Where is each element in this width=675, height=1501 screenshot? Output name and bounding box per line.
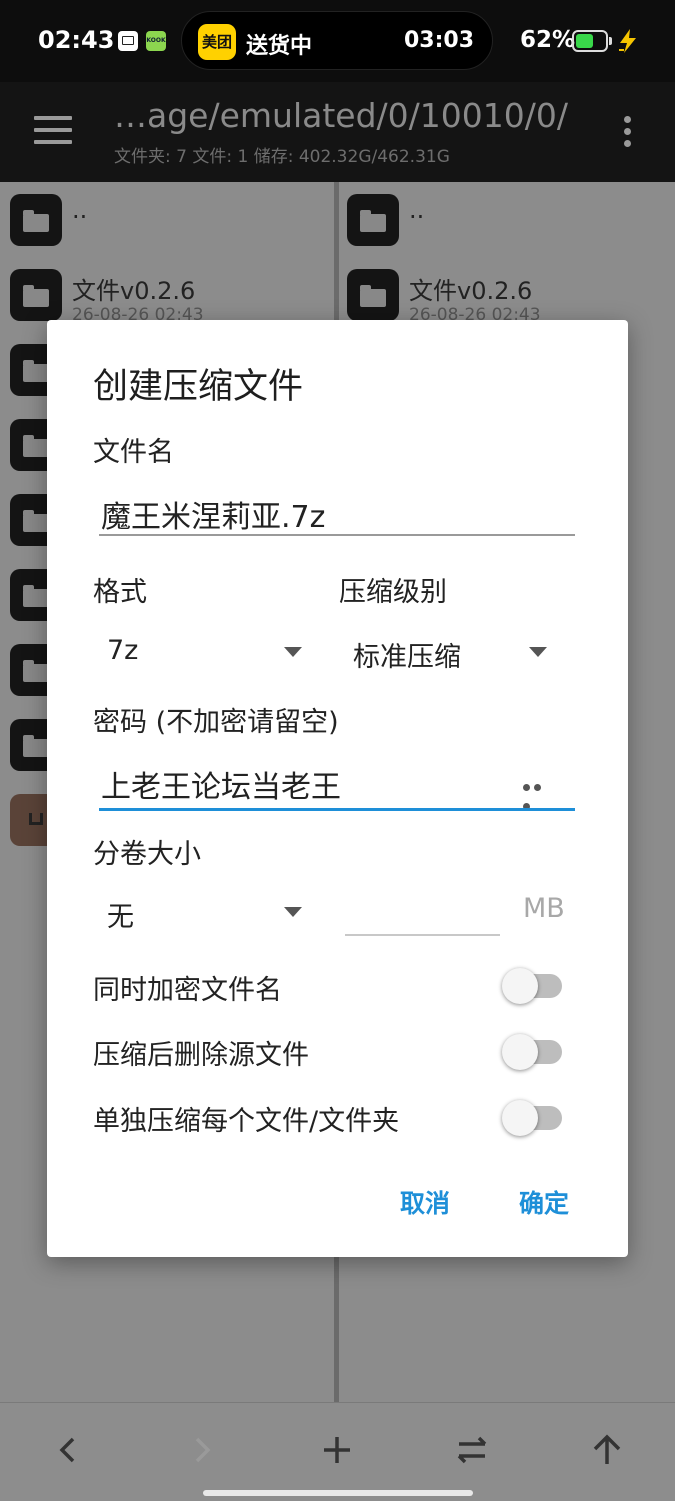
file-name: 文件v0.2.6: [409, 277, 533, 305]
password-label: 密码 (不加密请留空): [93, 707, 339, 738]
folder-icon: [347, 269, 399, 321]
toggle-label-delete-source: 压缩后删除源文件: [93, 1040, 309, 1071]
current-path[interactable]: …age/emulated/0/10010/0/: [114, 96, 568, 135]
dynamic-island-delivery[interactable]: 美团 送货中 03:03: [181, 11, 493, 70]
password-visibility-icon[interactable]: [523, 776, 555, 810]
folder-icon: [347, 194, 399, 246]
format-select[interactable]: 7z: [93, 620, 313, 680]
hamburger-menu-icon[interactable]: [34, 116, 72, 146]
compression-level-select[interactable]: 标准压缩: [339, 620, 569, 680]
split-size-select[interactable]: 无: [93, 880, 313, 940]
delivery-time: 03:03: [403, 28, 474, 53]
chevron-down-icon: [284, 647, 302, 657]
meituan-logo-icon: 美团: [198, 24, 236, 60]
ok-button[interactable]: 确定: [519, 1184, 569, 1220]
charging-bolt-icon: [619, 29, 636, 53]
toggle-label-encrypt-names: 同时加密文件名: [93, 975, 282, 1006]
storage-summary: 文件夹: 7 文件: 1 储存: 402.32G/462.31G: [114, 147, 450, 167]
battery-icon: [572, 30, 612, 52]
toggle-label-separate-archives: 单独压缩每个文件/文件夹: [93, 1106, 400, 1137]
delete-source-toggle[interactable]: [502, 1030, 564, 1070]
cancel-button[interactable]: 取消: [400, 1184, 450, 1220]
more-options-icon[interactable]: [624, 116, 634, 152]
folder-icon: [10, 269, 62, 321]
app-header: …age/emulated/0/10010/0/ 文件夹: 7 文件: 1 储存…: [0, 82, 675, 182]
back-arrow-icon[interactable]: [42, 1425, 92, 1475]
chevron-down-icon: [529, 647, 547, 657]
battery-percent: 62%: [520, 27, 576, 53]
compression-level-value: 标准压缩: [353, 642, 461, 673]
filename-underline: [99, 534, 575, 536]
up-arrow-icon[interactable]: [582, 1425, 632, 1475]
filename-input[interactable]: 魔王米涅莉亚.7z: [101, 492, 325, 536]
split-size-value: 无: [107, 902, 134, 933]
file-name: ..: [72, 196, 88, 224]
chevron-down-icon: [284, 907, 302, 917]
status-bar: 02:43 KOOK 美团 送货中 03:03 62%: [0, 0, 675, 82]
gesture-bar[interactable]: [203, 1490, 473, 1496]
status-time: 02:43: [38, 26, 115, 54]
list-item[interactable]: ..: [339, 182, 675, 257]
folder-icon: [10, 194, 62, 246]
delivery-status-text: 送货中: [246, 34, 313, 59]
password-input[interactable]: 上老王论坛当老王: [101, 762, 341, 806]
compression-level-label: 压缩级别: [339, 577, 447, 608]
file-name: 文件v0.2.6: [72, 277, 196, 305]
notification-app-icon: [118, 31, 138, 51]
separate-archives-toggle[interactable]: [502, 1096, 564, 1136]
dialog-title: 创建压缩文件: [93, 367, 304, 407]
split-size-input[interactable]: [345, 885, 500, 935]
format-value: 7z: [107, 635, 139, 666]
add-icon[interactable]: [312, 1425, 362, 1475]
list-item[interactable]: ..: [0, 182, 334, 257]
filename-label: 文件名: [93, 437, 174, 468]
bottom-toolbar: [0, 1402, 675, 1501]
split-size-label: 分卷大小: [93, 839, 201, 870]
create-archive-dialog: 创建压缩文件 文件名 魔王米涅莉亚.7z 格式 压缩级别 7z 标准压缩 密码 …: [47, 320, 628, 1257]
forward-arrow-icon[interactable]: [178, 1425, 228, 1475]
format-label: 格式: [93, 577, 147, 608]
file-name: ..: [409, 196, 425, 224]
kook-app-icon: KOOK: [146, 31, 166, 51]
encrypt-filenames-toggle[interactable]: [502, 964, 564, 1004]
swap-panes-icon[interactable]: [447, 1425, 497, 1475]
password-underline: [99, 808, 575, 811]
split-size-underline: [345, 934, 500, 936]
split-size-unit: MB: [523, 893, 565, 924]
